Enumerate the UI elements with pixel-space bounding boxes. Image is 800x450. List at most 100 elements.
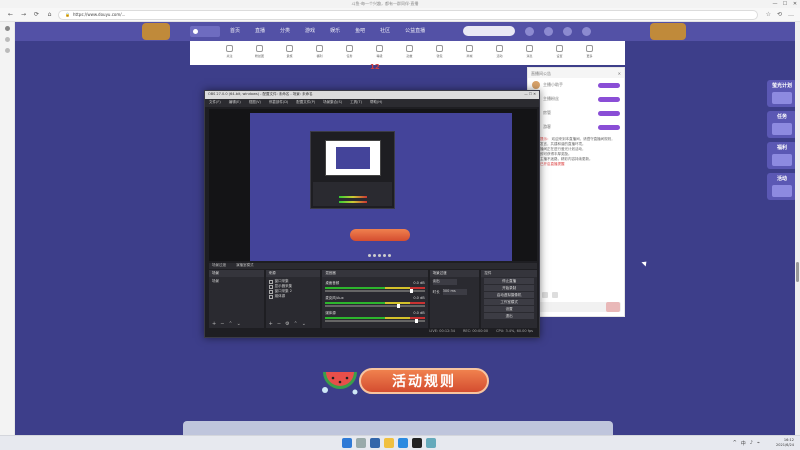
maximize-button[interactable]: ☐ xyxy=(780,1,790,7)
nav-item[interactable]: 首页 xyxy=(230,27,240,34)
chat-user-row[interactable]: 游客 xyxy=(528,120,624,134)
nav-item[interactable]: 游戏 xyxy=(305,27,315,34)
obs-icon[interactable] xyxy=(412,438,422,448)
back-button[interactable]: ← xyxy=(6,10,15,19)
subnav-item[interactable]: 关注 xyxy=(225,45,234,58)
volume-icon[interactable]: ♪ xyxy=(750,440,753,447)
stop-streaming-button[interactable]: 停止直播 xyxy=(484,278,534,284)
subnav-item[interactable]: 任务 xyxy=(345,45,354,58)
obs-window-controls[interactable]: — ☐ ✕ xyxy=(524,92,536,98)
subnav-item[interactable]: 钱包 xyxy=(435,45,444,58)
menu-item[interactable]: 视图(V) xyxy=(249,100,261,106)
home-button[interactable]: ⌂ xyxy=(45,10,54,19)
remove-icon[interactable]: − xyxy=(277,322,281,327)
volume-slider[interactable] xyxy=(325,289,425,293)
overflow-icon[interactable]: ^ xyxy=(733,440,737,447)
reload-button[interactable]: ⟳ xyxy=(32,10,41,19)
fan-icon[interactable] xyxy=(552,292,558,298)
forward-button[interactable]: → xyxy=(19,10,28,19)
menu-item[interactable]: 帮助(H) xyxy=(370,100,382,106)
virtual-camera-button[interactable]: 启动虚拟摄像机 xyxy=(484,292,534,298)
subnav-item[interactable]: 活动 xyxy=(495,45,504,58)
add-icon[interactable]: + xyxy=(212,322,216,327)
menu-item[interactable]: 编辑(E) xyxy=(229,100,241,106)
menu-icon[interactable]: … xyxy=(788,11,794,18)
down-icon[interactable]: ⌄ xyxy=(302,322,306,327)
address-bar[interactable]: 🔒 https://www.douyu.com/... xyxy=(58,9,758,20)
sidebar-icon-2[interactable] xyxy=(4,37,10,42)
nav-item[interactable]: 社区 xyxy=(380,27,390,34)
favorite-icon[interactable]: ☆ xyxy=(766,11,771,18)
volume-slider[interactable] xyxy=(325,304,425,308)
side-ad[interactable]: 福利 xyxy=(767,142,797,169)
subnav-item[interactable]: 更多 xyxy=(585,45,594,58)
chat-user-row[interactable]: 主播粉丝 xyxy=(528,92,624,106)
studio-mode-button[interactable]: 工作室模式 xyxy=(484,299,534,305)
remove-icon[interactable]: − xyxy=(220,322,224,327)
down-icon[interactable]: ⌄ xyxy=(237,322,241,327)
duration-input[interactable]: 300 ms xyxy=(442,289,467,295)
task-view-icon[interactable] xyxy=(370,438,380,448)
menu-item[interactable]: 场景集合(S) xyxy=(323,100,342,106)
ime-icon[interactable]: 中 xyxy=(741,440,746,447)
side-ad[interactable]: 萤光计划 xyxy=(767,80,797,107)
sidebar-icon-1[interactable] xyxy=(4,26,10,31)
subnav-item[interactable]: 贵族 xyxy=(285,45,294,58)
subnav-item[interactable]: 商城 xyxy=(465,45,474,58)
slider-handle[interactable] xyxy=(396,304,400,308)
network-icon[interactable]: ⌁ xyxy=(757,440,760,447)
side-ad[interactable]: 任务 xyxy=(767,111,797,138)
nav-item[interactable]: 公益直播 xyxy=(405,27,425,34)
slider-handle[interactable] xyxy=(414,319,418,323)
add-icon[interactable]: + xyxy=(269,322,273,327)
history-icon[interactable] xyxy=(525,27,534,36)
up-icon[interactable]: ⌃ xyxy=(294,322,298,327)
nav-item[interactable]: 鱼吧 xyxy=(355,27,365,34)
minimize-button[interactable]: — xyxy=(770,1,780,7)
settings-button[interactable]: 设置 xyxy=(484,306,534,312)
scrollbar-thumb[interactable] xyxy=(796,262,799,282)
gift-icon[interactable] xyxy=(542,292,548,298)
subnav-item[interactable]: 消息 xyxy=(525,45,534,58)
activity-rules-button[interactable]: 活动规则 xyxy=(359,368,489,394)
search-icon[interactable] xyxy=(356,438,366,448)
up-icon[interactable]: ⌃ xyxy=(228,322,232,327)
subnav-item[interactable]: 福利 xyxy=(315,45,324,58)
menu-item[interactable]: 配置文件(P) xyxy=(296,100,315,106)
site-search-input[interactable] xyxy=(463,26,515,36)
chat-user-row[interactable]: 房管 xyxy=(528,106,624,120)
sidebar-icon-3[interactable] xyxy=(4,48,10,53)
file-explorer-icon[interactable] xyxy=(384,438,394,448)
nav-item[interactable]: 娱乐 xyxy=(330,27,340,34)
app-icon[interactable] xyxy=(426,438,436,448)
site-logo[interactable] xyxy=(190,26,220,37)
menu-item[interactable]: 工具(T) xyxy=(350,100,362,106)
follow-icon[interactable] xyxy=(544,27,553,36)
subnav-item[interactable]: 勋章 xyxy=(405,45,414,58)
menu-item[interactable]: 停靠部件(D) xyxy=(269,100,288,106)
nav-item[interactable]: 分类 xyxy=(280,27,290,34)
obs-preview[interactable] xyxy=(209,109,537,261)
close-button[interactable]: ✕ xyxy=(790,1,800,7)
volume-slider[interactable] xyxy=(325,319,425,323)
start-icon[interactable] xyxy=(342,438,352,448)
studio-mode-toggle[interactable]: 演播室模式 xyxy=(236,263,254,269)
exit-button[interactable]: 退出 xyxy=(484,313,534,319)
page-scrollbar[interactable] xyxy=(795,22,800,435)
slider-handle[interactable] xyxy=(409,289,413,293)
source-item[interactable]: 媒体源 xyxy=(268,294,318,299)
scene-item[interactable]: 场景 xyxy=(212,279,261,284)
side-ad[interactable]: 活动 xyxy=(767,173,797,200)
message-icon[interactable] xyxy=(563,27,572,36)
browser-icon[interactable] xyxy=(398,438,408,448)
gear-icon[interactable]: ⚙ xyxy=(285,322,289,327)
chat-user-row[interactable]: 主播小助手 xyxy=(528,78,624,92)
close-icon[interactable]: ✕ xyxy=(618,71,621,76)
menu-item[interactable]: 文件(F) xyxy=(209,100,221,106)
clock[interactable]: 16:12 2021/6/24 xyxy=(776,438,794,448)
user-avatar[interactable] xyxy=(582,27,591,36)
transition-select[interactable]: 淡出 xyxy=(432,279,457,285)
history-icon[interactable]: ⟲ xyxy=(777,11,782,18)
subnav-item[interactable]: 等级 xyxy=(375,45,384,58)
start-recording-button[interactable]: 开始录制 xyxy=(484,285,534,291)
